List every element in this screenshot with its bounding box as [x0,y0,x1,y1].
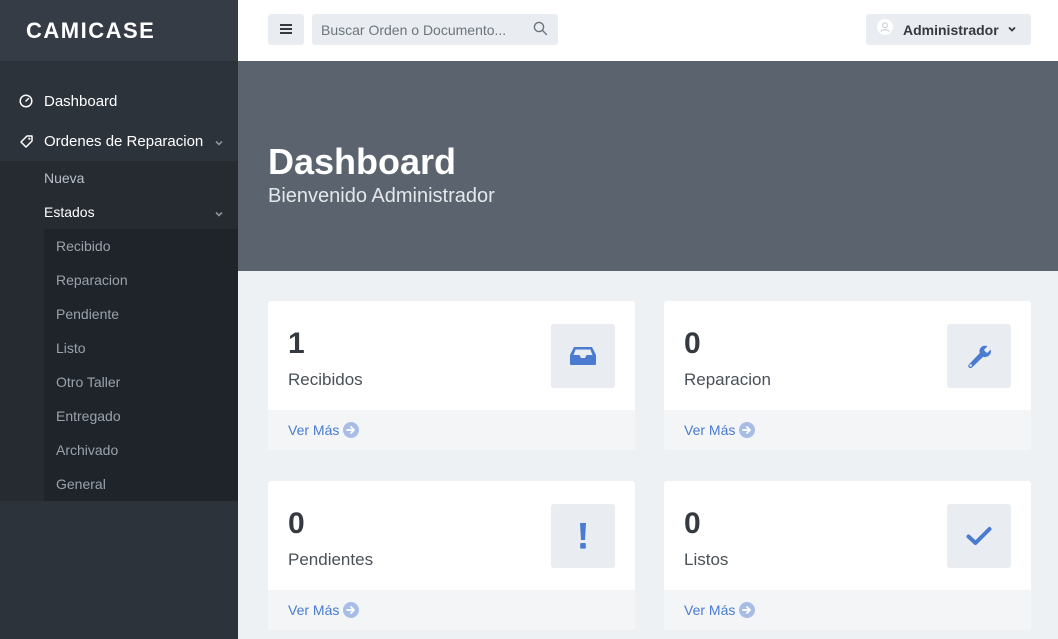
sidebar-item-label: Recibido [56,238,111,254]
sidebar-item-label: Reparacion [56,272,128,288]
page-hero: Dashboard Bienvenido Administrador [238,61,1058,271]
check-icon [947,504,1011,568]
sidebar-item-pendiente[interactable]: Pendiente [44,297,238,331]
stat-count: 1 [288,327,305,360]
arrow-circle-right-icon [739,422,756,438]
stat-card-reparacion: 0 Reparacion Ver Más [664,301,1031,450]
stat-count: 0 [684,507,701,540]
menu-toggle-button[interactable] [268,14,304,45]
sidebar-item-label: Entregado [56,408,121,424]
card-footer: Ver Más [268,590,635,630]
arrow-circle-right-icon [343,602,360,618]
page-title: Dashboard [268,141,457,182]
stat-card-recibidos: 1 Recibidos Ver Más [268,301,635,450]
sidebar-item-ordenes[interactable]: Ordenes de Reparacion [0,121,238,161]
inbox-icon [551,324,615,388]
stat-label: Pendientes [288,550,374,569]
sidebar-item-label: Dashboard [44,92,118,110]
stat-label: Listos [684,550,729,569]
sidebar-item-estados[interactable]: Estados [0,195,238,229]
user-icon [877,19,893,40]
search-box [312,14,558,45]
sidebar-item-label: General [56,476,106,492]
sidebar: CAMICASE Dashboard Ordenes de Reparacion… [0,0,238,639]
user-menu-button[interactable]: Administrador [866,14,1031,45]
exclamation-icon [551,504,615,568]
stat-count: 0 [684,327,701,360]
sidebar-item-nueva[interactable]: Nueva [0,161,238,195]
user-name: Administrador [903,21,999,38]
sidebar-item-dashboard[interactable]: Dashboard [0,81,238,121]
sidebar-item-label: Pendiente [56,306,120,322]
search-input[interactable] [312,21,522,38]
ver-mas-link[interactable]: Ver Más [288,422,339,438]
card-footer: Ver Más [664,410,1031,450]
ver-mas-link[interactable]: Ver Más [684,422,735,438]
sidebar-item-archivado[interactable]: Archivado [44,433,238,467]
stat-card-listos: 0 Listos Ver Más [664,481,1031,630]
sidebar-item-entregado[interactable]: Entregado [44,399,238,433]
stat-label: Recibidos [288,370,363,389]
wrench-icon [947,324,1011,388]
sidebar-item-recibido[interactable]: Recibido [44,229,238,263]
arrow-circle-right-icon [343,422,360,438]
top-header: Administrador [238,0,1058,61]
sidebar-item-label: Ordenes de Reparacion [44,132,204,150]
sidebar-nav: Dashboard Ordenes de Reparacion Nueva Es… [0,61,238,501]
card-footer: Ver Más [664,590,1031,630]
brand-name: CAMICASE [26,17,156,43]
ver-mas-link[interactable]: Ver Más [684,602,735,618]
sidebar-item-label: Otro Taller [56,374,121,390]
sidebar-item-label: Estados [44,204,95,220]
hamburger-icon [280,21,292,39]
sidebar-item-reparacion[interactable]: Reparacion [44,263,238,297]
brand-logo[interactable]: CAMICASE [0,0,238,61]
submenu-ordenes: Nueva Estados Recibido Reparacion Pendie… [0,161,238,501]
tag-icon [18,133,34,149]
sidebar-item-otro-taller[interactable]: Otro Taller [44,365,238,399]
chevron-down-icon [214,135,224,152]
sidebar-item-general[interactable]: General [44,467,238,501]
stat-card-pendientes: 0 Pendientes Ver Más [268,481,635,630]
card-footer: Ver Más [268,410,635,450]
page-subtitle: Bienvenido Administrador [268,185,495,207]
search-icon[interactable] [533,21,548,41]
chevron-down-icon [1007,21,1017,39]
sidebar-item-listo[interactable]: Listo [44,331,238,365]
sidebar-item-label: Archivado [56,442,119,458]
submenu-estados: Recibido Reparacion Pendiente Listo Otro… [44,229,238,501]
stat-count: 0 [288,507,305,540]
gauge-icon [18,93,34,109]
stat-label: Reparacion [684,370,771,389]
ver-mas-link[interactable]: Ver Más [288,602,339,618]
sidebar-item-label: Listo [56,340,86,356]
chevron-down-icon [214,206,224,222]
arrow-circle-right-icon [739,602,756,618]
sidebar-item-label: Nueva [44,170,85,186]
